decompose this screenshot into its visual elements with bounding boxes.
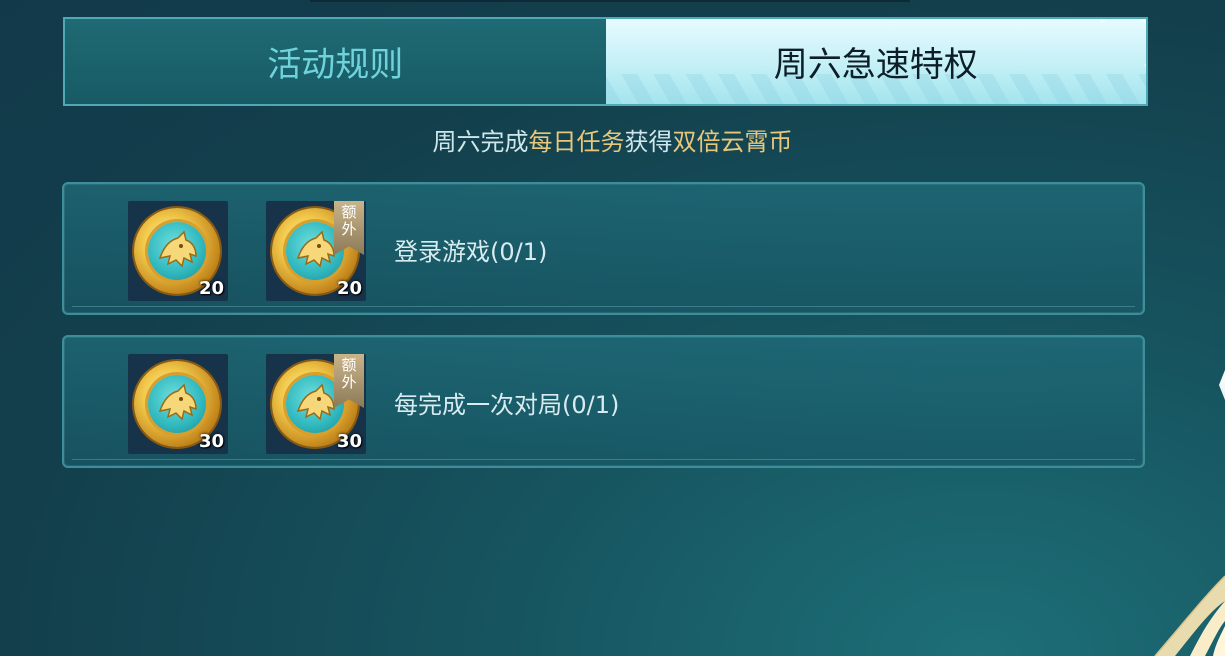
tab-saturday-privilege-label: 周六急速特权 [773,45,978,85]
task-name: 每完成一次对局 [394,391,562,419]
description-middle: 获得 [624,128,673,156]
description-prefix: 周六完成 [432,128,529,156]
task-progress: (0/1) [490,238,548,266]
reward-quantity: 20 [336,278,362,299]
description-highlight-double-coins: 双倍云霄币 [672,128,793,156]
reward-item-base[interactable]: 20 [128,201,228,301]
reward-quantity: 30 [198,431,224,452]
task-progress: (0/1) [562,391,620,419]
reward-quantity: 30 [336,431,362,452]
extra-badge-char-1: 额 [341,356,357,374]
description-highlight-daily-task: 每日任务 [528,128,625,156]
task-row-match: 30 额 外 30 每完成一次对局(0/1) [62,335,1145,468]
feather-decoration-icon [1154,575,1225,656]
tab-saturday-privilege[interactable]: 周六急速特权 [605,19,1146,104]
tab-bar: 活动规则 周六急速特权 [63,17,1148,106]
extra-badge-char-2: 外 [341,373,357,391]
extra-badge-char-1: 额 [341,203,357,221]
task-label: 登录游戏(0/1) [394,232,547,267]
tab-activity-rules-label: 活动规则 [267,45,404,85]
reward-item-extra[interactable]: 额 外 30 [266,354,366,454]
decorative-glint [1219,370,1225,400]
task-name: 登录游戏 [394,238,490,266]
extra-badge-char-2: 外 [341,220,357,238]
event-description: 周六完成每日任务获得双倍云霄币 [0,122,1225,157]
reward-item-extra[interactable]: 额 外 20 [266,201,366,301]
reward-item-base[interactable]: 30 [128,354,228,454]
task-label: 每完成一次对局(0/1) [394,385,619,420]
reward-quantity: 20 [198,278,224,299]
tab-activity-rules[interactable]: 活动规则 [65,19,606,104]
top-divider [310,0,910,2]
task-row-login: 20 额 外 20 登录游戏(0/1) [62,182,1145,315]
